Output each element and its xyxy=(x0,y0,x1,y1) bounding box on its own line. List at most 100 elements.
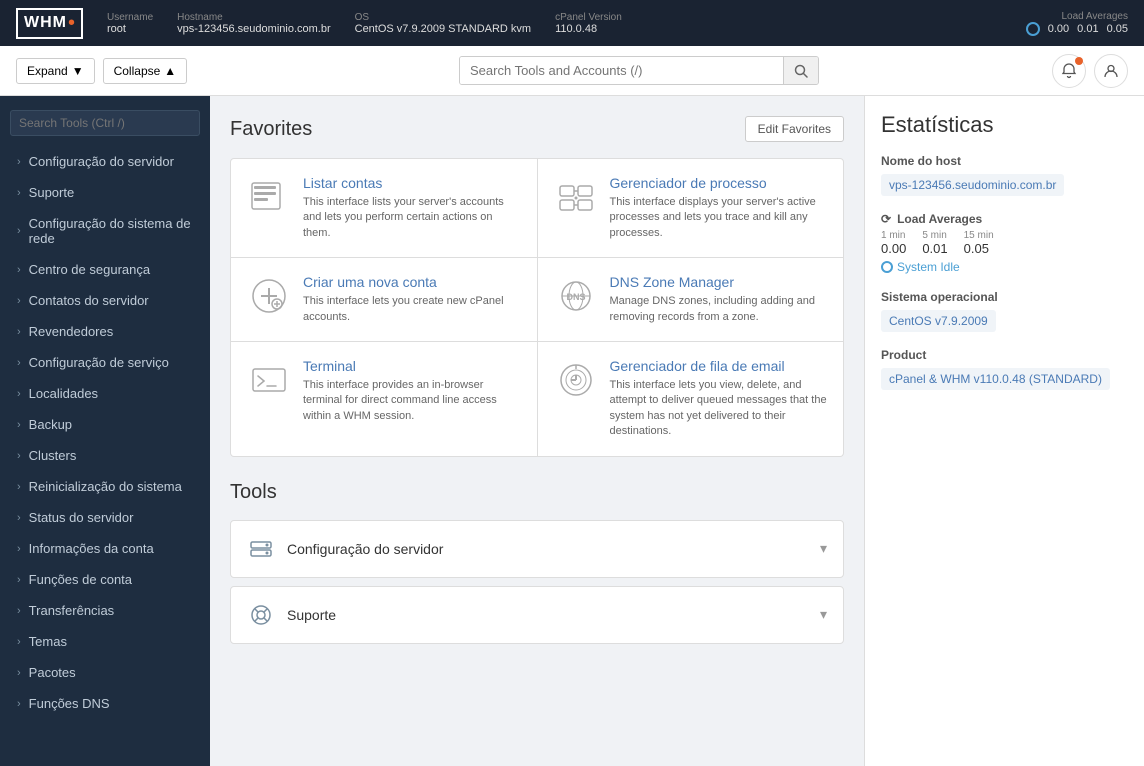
notifications-button[interactable] xyxy=(1052,54,1086,88)
topbar-right: Load Averages 0.00 0.01 0.05 xyxy=(1026,11,1128,36)
load-5min-col: 5 min 0.01 xyxy=(922,230,947,256)
load-avg-header: ⟳ Load Averages xyxy=(881,212,1128,226)
sidebar-search-input[interactable] xyxy=(10,110,200,136)
sidebar-item-configuracao-servidor[interactable]: › Configuração do servidor xyxy=(0,146,210,177)
fav-card-email-queue[interactable]: Gerenciador de fila de email This interf… xyxy=(538,342,844,456)
fav-card-desc: This interface displays your server's ac… xyxy=(610,195,828,241)
expand-icon: ▼ xyxy=(72,64,84,78)
email-queue-icon xyxy=(557,361,595,399)
load-1min-col: 1 min 0.00 xyxy=(881,230,906,256)
favorites-header: Favorites Edit Favorites xyxy=(230,116,844,142)
logo: WHM• xyxy=(16,8,83,39)
load-averages-box: Load Averages 0.00 0.01 0.05 xyxy=(1026,11,1128,36)
os-value: CentOS v7.9.2009 STANDARD kvm xyxy=(355,23,531,35)
user-icon xyxy=(1103,63,1119,79)
load-15min-val: 0.05 xyxy=(964,241,989,256)
fav-card-content: Terminal This interface provides an in-b… xyxy=(303,358,521,440)
sidebar-item-transferencias[interactable]: › Transferências xyxy=(0,595,210,626)
fav-card-title: Terminal xyxy=(303,358,521,374)
sidebar-item-label: Configuração do sistema de rede xyxy=(29,216,196,246)
sidebar-item-label: Clusters xyxy=(29,448,77,463)
sidebar-item-temas[interactable]: › Temas xyxy=(0,626,210,657)
tool-row-suporte[interactable]: Suporte ▾ xyxy=(230,586,844,644)
favorites-grid: Listar contas This interface lists your … xyxy=(230,158,844,457)
chevron-down-icon: ▾ xyxy=(820,540,827,557)
fav-card-title: Gerenciador de processo xyxy=(610,175,828,191)
chevron-right-icon: › xyxy=(17,225,21,237)
load-5min-label: 5 min xyxy=(922,230,947,241)
sidebar-item-funcoes-dns[interactable]: › Funções DNS xyxy=(0,688,210,719)
tool-row-left: Suporte xyxy=(247,601,336,629)
fav-card-dns-zone[interactable]: DNS DNS Zone Manager Manage DNS zones, i… xyxy=(538,258,844,341)
chevron-right-icon: › xyxy=(17,295,21,307)
sidebar-item-backup[interactable]: › Backup xyxy=(0,409,210,440)
secondbar: Expand ▼ Collapse ▲ xyxy=(0,46,1144,96)
fav-card-criar-conta[interactable]: Criar uma nova conta This interface lets… xyxy=(231,258,537,341)
load-1min-val: 0.00 xyxy=(881,241,906,256)
sidebar-item-configuracao-servico[interactable]: › Configuração de serviço xyxy=(0,347,210,378)
sidebar-item-label: Configuração do servidor xyxy=(29,154,174,169)
sidebar-item-label: Centro de segurança xyxy=(29,262,150,277)
collapse-icon: ▲ xyxy=(164,64,176,78)
edit-favorites-button[interactable]: Edit Favorites xyxy=(745,116,844,142)
sidebar-item-centro-seguranca[interactable]: › Centro de segurança xyxy=(0,254,210,285)
fav-card-content: Gerenciador de fila de email This interf… xyxy=(610,358,828,440)
fav-card-content: Gerenciador de processo This interface d… xyxy=(610,175,828,241)
product-stats-value: cPanel & WHM v110.0.48 (STANDARD) xyxy=(881,368,1110,390)
username-value: root xyxy=(107,23,126,35)
sidebar-item-sistema-rede[interactable]: › Configuração do sistema de rede xyxy=(0,208,210,254)
fav-card-title: DNS Zone Manager xyxy=(610,274,828,290)
collapse-label: Collapse xyxy=(114,64,161,78)
load-15min-col: 15 min 0.05 xyxy=(964,230,994,256)
sidebar-item-contatos-servidor[interactable]: › Contatos do servidor xyxy=(0,285,210,316)
support-icon xyxy=(247,601,275,629)
sidebar-item-localidades[interactable]: › Localidades xyxy=(0,378,210,409)
sidebar-item-funcoes-conta[interactable]: › Funções de conta xyxy=(0,564,210,595)
fav-icon-email xyxy=(554,358,598,402)
fav-card-listar-contas[interactable]: Listar contas This interface lists your … xyxy=(231,159,537,257)
sidebar-item-suporte[interactable]: › Suporte xyxy=(0,177,210,208)
user-menu-button[interactable] xyxy=(1094,54,1128,88)
fav-card-content: Criar uma nova conta This interface lets… xyxy=(303,274,521,325)
system-idle: System Idle xyxy=(881,260,1128,274)
fav-card-desc: This interface lets you create new cPane… xyxy=(303,294,521,325)
fav-icon-terminal xyxy=(247,358,291,402)
topbar-os: OS CentOS v7.9.2009 STANDARD kvm xyxy=(355,12,531,35)
sidebar-item-label: Pacotes xyxy=(29,665,76,680)
expand-button[interactable]: Expand ▼ xyxy=(16,58,95,84)
sidebar-item-reinicializacao[interactable]: › Reinicialização do sistema xyxy=(0,471,210,502)
topbar-username: Username root xyxy=(107,12,153,35)
sidebar-item-revendedores[interactable]: › Revendedores xyxy=(0,316,210,347)
os-label: OS xyxy=(355,12,531,23)
fav-card-gerenciador-processo[interactable]: Gerenciador de processo This interface d… xyxy=(538,159,844,257)
chevron-right-icon: › xyxy=(17,419,21,431)
tool-row-left: Configuração do servidor xyxy=(247,535,443,563)
chevron-down-icon: ▾ xyxy=(820,606,827,623)
sidebar-item-pacotes[interactable]: › Pacotes xyxy=(0,657,210,688)
tool-row-configuracao-servidor[interactable]: Configuração do servidor ▾ xyxy=(230,520,844,578)
search-button[interactable] xyxy=(783,57,818,84)
terminal-icon xyxy=(250,361,288,399)
username-label: Username xyxy=(107,12,153,23)
sidebar-item-clusters[interactable]: › Clusters xyxy=(0,440,210,471)
sidebar-item-informacoes-conta[interactable]: › Informações da conta xyxy=(0,533,210,564)
sidebar-item-label: Localidades xyxy=(29,386,98,401)
cpanel-label: cPanel Version xyxy=(555,12,622,23)
fav-card-title: Listar contas xyxy=(303,175,521,191)
os-stats-value: CentOS v7.9.2009 xyxy=(881,310,996,332)
collapse-button[interactable]: Collapse ▲ xyxy=(103,58,188,84)
process-icon xyxy=(557,178,595,216)
secondbar-icons xyxy=(1052,54,1128,88)
expand-label: Expand xyxy=(27,64,68,78)
sidebar-search-area xyxy=(0,104,210,146)
chevron-right-icon: › xyxy=(17,187,21,199)
fav-card-desc: This interface provides an in-browser te… xyxy=(303,378,521,424)
fav-card-terminal[interactable]: Terminal This interface provides an in-b… xyxy=(231,342,537,456)
sidebar-item-status-servidor[interactable]: › Status do servidor xyxy=(0,502,210,533)
search-icon xyxy=(794,64,808,78)
chevron-right-icon: › xyxy=(17,605,21,617)
search-input[interactable] xyxy=(460,57,783,84)
fav-card-title: Gerenciador de fila de email xyxy=(610,358,828,374)
sidebar-item-label: Contatos do servidor xyxy=(29,293,149,308)
chevron-right-icon: › xyxy=(17,326,21,338)
